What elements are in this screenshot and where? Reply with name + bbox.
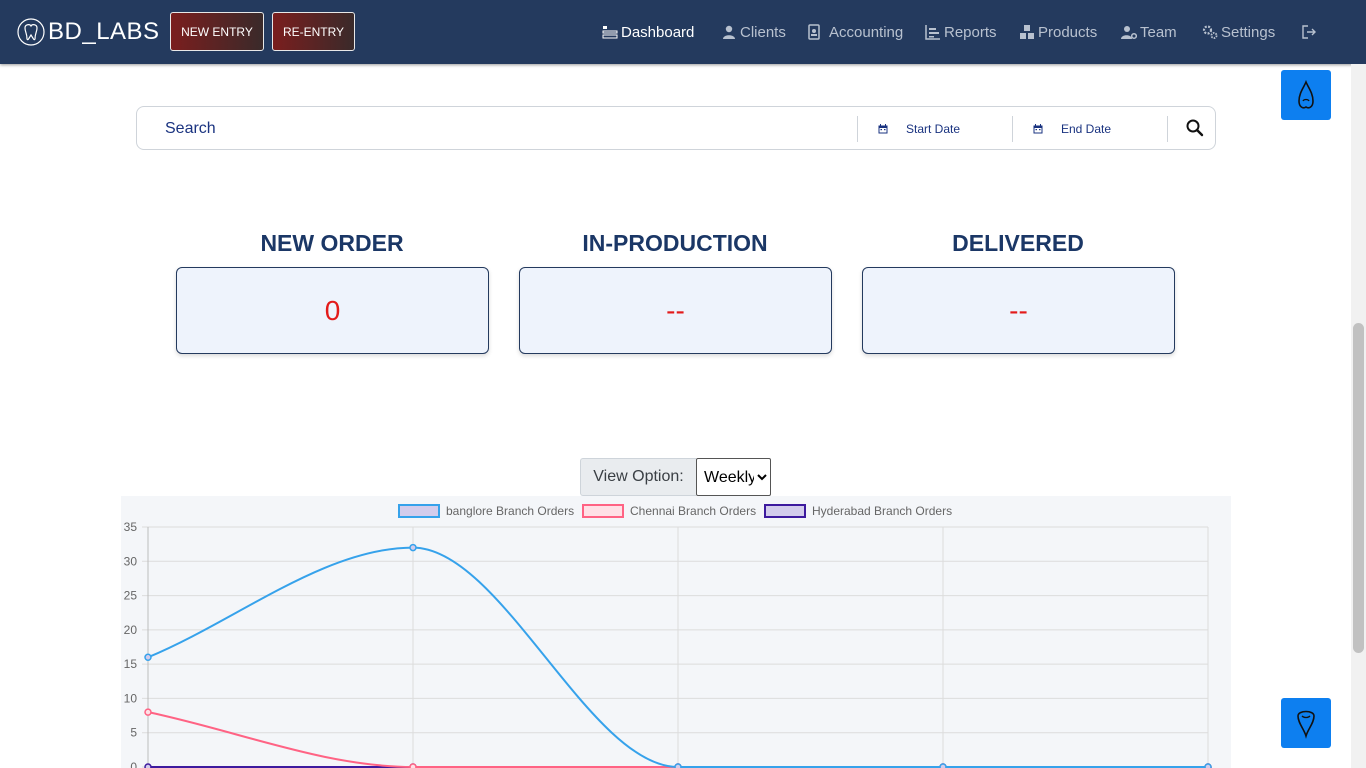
data-point	[144, 763, 152, 768]
dashboard-icon	[602, 26, 618, 39]
delivered-title: DELIVERED	[952, 230, 1084, 256]
nav-team-label: Team	[1140, 23, 1177, 41]
y-tick-label: 25	[124, 589, 138, 603]
y-tick-label: 35	[124, 520, 138, 534]
y-tick-label: 5	[130, 726, 137, 740]
view-option-label: View Option:	[580, 458, 696, 496]
nav-accounting-label: Accounting	[829, 23, 904, 41]
y-tick-label: 20	[124, 623, 138, 637]
y-tick-label: 30	[124, 554, 138, 568]
y-tick-label: 10	[124, 691, 138, 705]
nav-products-label: Products	[1038, 23, 1098, 41]
upper-tooth-button[interactable]	[1281, 70, 1331, 120]
search-icon[interactable]	[1185, 118, 1205, 138]
search-input[interactable]	[165, 115, 845, 143]
nav-products[interactable]: Products	[1019, 20, 1097, 44]
end-date-field[interactable]: End Date	[1033, 115, 1111, 143]
view-option-group: View Option: Weekly	[580, 458, 771, 496]
legend-swatch	[764, 504, 806, 518]
search-bar: Start Date End Date	[136, 106, 1216, 150]
user-gear-icon	[1121, 26, 1137, 40]
delivered-card[interactable]: --	[862, 267, 1175, 354]
divider	[1167, 116, 1168, 142]
data-point	[939, 763, 947, 768]
gears-icon	[1202, 25, 1218, 39]
top-navbar: BD_LABS NEW ENTRY RE-ENTRY Dashboard Cli…	[0, 0, 1366, 64]
data-point	[144, 708, 152, 716]
legend-swatch	[582, 504, 624, 518]
logout-button[interactable]	[1301, 20, 1320, 44]
end-date-label: End Date	[1061, 122, 1112, 136]
calendar-icon	[1033, 124, 1043, 134]
nav-reports-label: Reports	[944, 23, 997, 41]
legend-label: Chennai Branch Orders	[630, 504, 756, 518]
brand-name: BD_LABS	[48, 18, 160, 45]
y-tick-label: 0	[130, 760, 137, 768]
new-order-title: NEW ORDER	[260, 230, 404, 256]
divider	[857, 116, 858, 142]
view-option-select[interactable]: Weekly	[696, 458, 771, 496]
lower-tooth-button[interactable]	[1281, 698, 1331, 748]
nav-accounting[interactable]: Accounting	[806, 20, 903, 44]
page-scrollbar-thumb[interactable]	[1353, 323, 1364, 653]
id-card-icon	[808, 24, 820, 40]
nav-settings-label: Settings	[1221, 23, 1276, 41]
legend-label: banglore Branch Orders	[446, 504, 574, 518]
nav-team[interactable]: Team	[1121, 20, 1177, 44]
calendar-icon	[878, 124, 888, 134]
user-icon	[723, 25, 735, 39]
data-point	[409, 543, 417, 552]
data-point	[144, 653, 152, 662]
orders-line-chart: 0 5 10 15 20 25 30 35 banglore Branch Orders Chen…	[121, 496, 1231, 768]
legend-swatch	[398, 504, 440, 518]
cubes-icon	[1020, 25, 1034, 39]
nav-settings[interactable]: Settings	[1202, 20, 1275, 44]
lower-tooth-icon	[1297, 710, 1315, 739]
re-entry-button[interactable]: RE-ENTRY	[272, 12, 355, 51]
legend-label: Hyderabad Branch Orders	[812, 504, 952, 518]
tooth-logo-icon	[17, 18, 45, 46]
logout-icon	[1302, 25, 1316, 39]
data-point	[409, 763, 417, 768]
start-date-field[interactable]: Start Date	[878, 115, 960, 143]
divider	[1012, 116, 1013, 142]
in-production-card[interactable]: --	[519, 267, 832, 354]
in-production-title: IN-PRODUCTION	[582, 230, 768, 256]
new-order-card[interactable]: 0	[176, 267, 489, 354]
data-point	[1204, 763, 1212, 768]
start-date-label: Start Date	[906, 122, 961, 136]
y-tick-label: 15	[124, 657, 138, 671]
brand-logo[interactable]: BD_LABS	[16, 14, 160, 50]
data-point	[674, 763, 682, 768]
upper-tooth-icon	[1298, 79, 1314, 109]
chart-icon	[925, 25, 940, 40]
nav-dashboard[interactable]: Dashboard	[602, 20, 694, 44]
nav-reports[interactable]: Reports	[925, 20, 997, 44]
new-entry-button[interactable]: NEW ENTRY	[170, 12, 264, 51]
nav-dashboard-label: Dashboard	[621, 23, 695, 41]
nav-clients[interactable]: Clients	[721, 20, 786, 44]
chart-canvas: 0 5 10 15 20 25 30 35 banglore Branch Orders Chen…	[124, 504, 1212, 768]
nav-clients-label: Clients	[740, 23, 786, 41]
